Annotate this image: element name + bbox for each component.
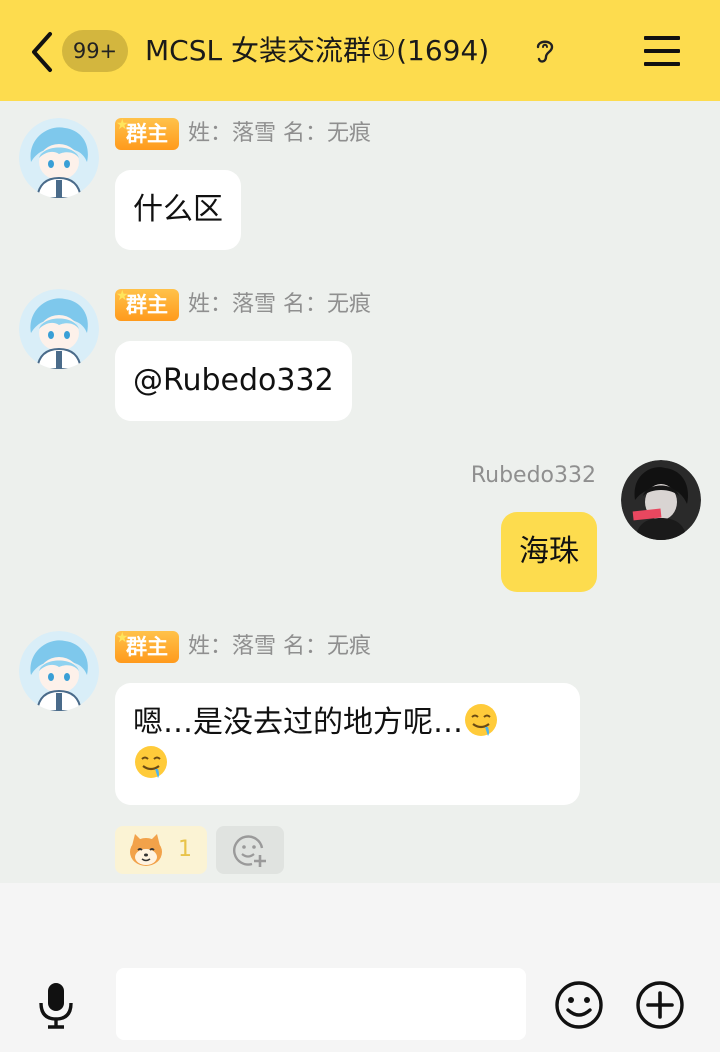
back-arrow-icon[interactable]: [26, 30, 60, 74]
drooling-face-emoji-icon: [135, 746, 167, 778]
self-sender-name: Rubedo332: [470, 463, 596, 488]
add-reaction-button[interactable]: [216, 826, 284, 874]
add-reaction-icon: [233, 835, 266, 867]
chat-header: 99+ MCSL 女装交流群①(1694): [0, 0, 720, 101]
sender-name[interactable]: 姓：落雪 名：无痕: [188, 289, 371, 321]
owner-role-badge: 群主: [115, 622, 179, 663]
message-bubble[interactable]: 什么区: [115, 170, 241, 250]
plus-circle-icon[interactable]: [635, 980, 685, 1030]
sender-name[interactable]: 姓：落雪 名：无痕: [188, 118, 371, 150]
input-bar: [0, 883, 720, 1052]
owner-role-badge: 群主: [115, 280, 179, 321]
message-bubble[interactable]: @Rubedo332: [115, 341, 352, 421]
menu-icon[interactable]: [644, 34, 682, 68]
avatar[interactable]: [19, 118, 99, 198]
avatar[interactable]: [19, 631, 99, 711]
message-bubble[interactable]: 嗯…是没去过的地方呢…: [115, 683, 580, 805]
self-avatar[interactable]: [621, 460, 701, 540]
unread-count-badge[interactable]: 99+: [62, 30, 128, 72]
microphone-icon[interactable]: [36, 981, 76, 1029]
self-message-bubble[interactable]: 海珠: [501, 512, 597, 592]
reaction-chip[interactable]: 1: [115, 826, 207, 874]
avatar[interactable]: [19, 289, 99, 369]
drooling-face-emoji-icon: [465, 704, 497, 736]
sender-name[interactable]: 姓：落雪 名：无痕: [188, 631, 371, 663]
owner-role-badge: 群主: [115, 109, 179, 150]
emoji-smile-icon[interactable]: [554, 980, 604, 1030]
shiba-dog-emoji-icon: [130, 834, 162, 866]
ear-icon[interactable]: [534, 37, 556, 65]
message-text: 嗯…是没去过的地方呢…: [133, 705, 463, 740]
message-input[interactable]: [116, 968, 526, 1040]
group-title[interactable]: MCSL 女装交流群①(1694): [145, 28, 489, 74]
reaction-count: 1: [178, 837, 192, 862]
